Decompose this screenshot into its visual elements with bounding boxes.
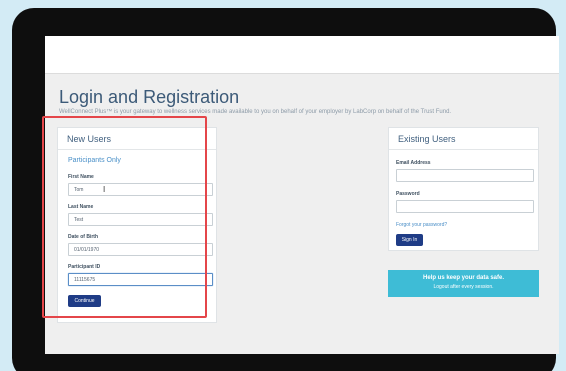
email-label: Email Address xyxy=(396,160,431,166)
data-safety-subtitle: Logout after every session. xyxy=(433,284,494,290)
sign-in-button[interactable]: Sign In xyxy=(396,234,423,246)
forgot-password-link[interactable]: Forgot your password? xyxy=(396,222,447,228)
email-input[interactable] xyxy=(396,169,534,182)
page-title: Login and Registration xyxy=(59,87,240,107)
new-users-highlight xyxy=(42,116,207,318)
site-header xyxy=(45,36,559,74)
page-subtitle: WellConnect Plus™ is your gateway to wel… xyxy=(59,109,452,115)
data-safety-banner: Help us keep your data safe. Logout afte… xyxy=(388,270,539,297)
data-safety-title: Help us keep your data safe. xyxy=(422,275,505,281)
password-input[interactable] xyxy=(396,200,534,213)
existing-users-panel: Existing Users Email Address Password Fo… xyxy=(388,127,539,251)
existing-users-heading: Existing Users xyxy=(389,128,538,150)
password-label: Password xyxy=(396,191,420,197)
